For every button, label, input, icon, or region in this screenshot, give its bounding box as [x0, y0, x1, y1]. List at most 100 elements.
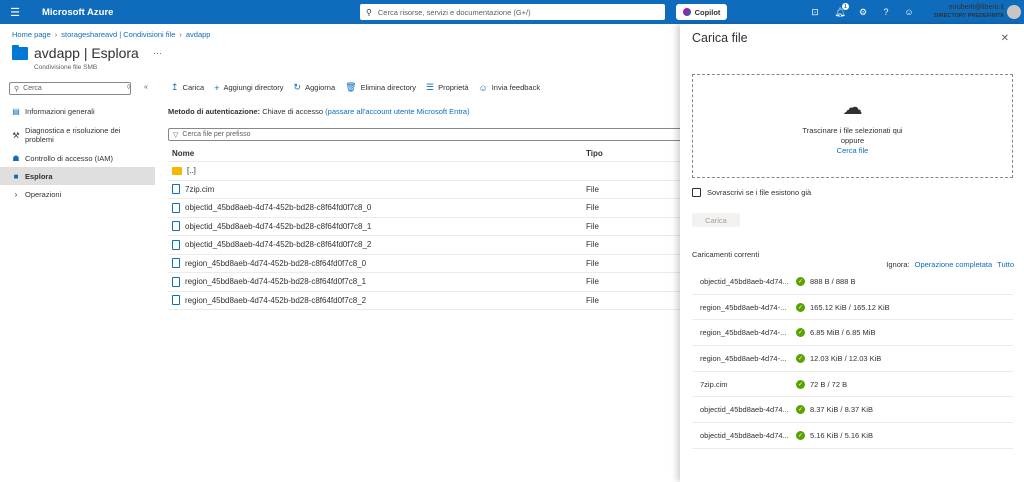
switch-auth-link[interactable]: (passare all'account utente Microsoft En… — [325, 107, 469, 116]
add-directory-button[interactable]: + Aggiungi directory — [214, 83, 283, 93]
file-type: File — [586, 184, 599, 194]
upload-file-name: region_45bd8aeb-4d74-... — [700, 353, 787, 363]
menu-icon[interactable]: ☰ — [0, 0, 30, 24]
sidebar-item-explore[interactable]: ■ Esplora — [0, 167, 155, 185]
file-type: File — [586, 221, 599, 231]
feedback-icon[interactable]: ☺ — [902, 5, 916, 19]
copilot-label: Copilot — [694, 7, 721, 17]
auth-value: Chiave di accesso — [262, 107, 324, 116]
table-row[interactable]: objectid_45bd8aeb-4d74-452b-bd28-c8f64fd… — [168, 218, 683, 236]
table-row[interactable]: region_45bd8aeb-4d74-452b-bd28-c8f64fd0f… — [168, 255, 683, 273]
sidebar-collapse-icon[interactable]: « — [144, 84, 148, 91]
list-item: region_45bd8aeb-4d74-... ✓ 12.03 KiB / 1… — [692, 346, 1013, 372]
file-icon — [172, 258, 180, 269]
overview-icon: ▤ — [12, 106, 20, 116]
list-item: region_45bd8aeb-4d74-... ✓ 165.12 KiB / … — [692, 295, 1013, 321]
auth-method: Metodo di autenticazione: Chiave di acce… — [168, 107, 470, 116]
breadcrumb-separator: › — [54, 30, 58, 39]
user-email: mruberti@libero.it — [948, 4, 1004, 11]
table-row[interactable]: objectid_45bd8aeb-4d74-452b-bd28-c8f64fd… — [168, 236, 683, 255]
delete-directory-button[interactable]: 🗑︎ Elimina directory — [345, 82, 416, 93]
auth-label: Metodo di autenticazione: — [168, 107, 261, 116]
ignore-completed-link[interactable]: Operazione completata — [915, 260, 993, 269]
global-search-placeholder: Cerca risorse, servizi e documentazione … — [377, 7, 531, 17]
gear-icon[interactable]: ⚙ — [856, 5, 870, 19]
table-row[interactable]: [..] — [168, 162, 683, 181]
sidebar-item-label: Controllo di accesso (IAM) — [25, 153, 113, 163]
check-icon: ✓ — [796, 276, 805, 286]
overwrite-label: Sovrascrivi se i file esistono già — [707, 188, 812, 197]
table-row[interactable]: region_45bd8aeb-4d74-452b-bd28-c8f64fd0f… — [168, 292, 683, 310]
feedback-button[interactable]: ☺ Invia feedback — [479, 83, 541, 93]
sidebar-item-operations[interactable]: › Operazioni — [0, 185, 155, 203]
people-icon: ☗ — [12, 153, 20, 163]
file-name[interactable]: region_45bd8aeb-4d74-452b-bd28-c8f64fd0f… — [185, 277, 366, 286]
properties-label: Proprietà — [438, 83, 469, 92]
table-row[interactable]: objectid_45bd8aeb-4d74-452b-bd28-c8f64fd… — [168, 199, 683, 218]
file-name[interactable]: region_45bd8aeb-4d74-452b-bd28-c8f64fd0f… — [185, 259, 366, 268]
file-type: File — [586, 203, 599, 213]
drop-instruction: Trascinare i file selezionati qui — [802, 126, 903, 135]
sidebar-expand-icon[interactable]: ◊ — [127, 84, 130, 91]
file-icon — [172, 276, 180, 287]
file-name[interactable]: objectid_45bd8aeb-4d74-452b-bd28-c8f64fd… — [185, 203, 371, 212]
command-bar: ↥ Carica + Aggiungi directory ↻ Aggiorna… — [171, 82, 540, 93]
file-name[interactable]: [..] — [187, 166, 196, 175]
file-icon — [172, 295, 180, 306]
sidebar-item-iam[interactable]: ☗ Controllo di accesso (IAM) — [0, 149, 155, 167]
upload-button[interactable]: ↥ Carica — [171, 82, 204, 93]
column-header-name[interactable]: Nome — [168, 149, 586, 158]
sidebar-item-diagnose[interactable]: ⚒ Diagnostica e risoluzione dei problemi — [0, 123, 155, 147]
sidebar-search-input[interactable]: ⚲ Cerca — [9, 82, 131, 95]
upload-progress: 72 B / 72 B — [810, 379, 848, 389]
delete-directory-label: Elimina directory — [360, 83, 416, 92]
table-row[interactable]: region_45bd8aeb-4d74-452b-bd28-c8f64fd0f… — [168, 273, 683, 292]
ignore-all-link[interactable]: Tutto — [997, 260, 1014, 269]
refresh-button[interactable]: ↻ Aggiorna — [294, 82, 336, 93]
sidebar-item-label: Informazioni generali — [25, 106, 95, 116]
check-icon: ✓ — [796, 302, 805, 312]
overwrite-checkbox[interactable] — [692, 188, 701, 197]
list-item: objectid_45bd8aeb-4d74... ✓ 888 B / 888 … — [692, 269, 1013, 295]
user-account[interactable]: mruberti@libero.it DIRECTORY PREDEFINITA — [934, 4, 1004, 20]
breadcrumb-storage[interactable]: storageshareavd | Condivisioni file — [61, 30, 175, 39]
close-icon[interactable]: ✕ — [1001, 33, 1009, 44]
upload-file-name: region_45bd8aeb-4d74-... — [700, 328, 787, 338]
notification-badge: 1 — [842, 3, 849, 10]
more-options-icon[interactable]: ··· — [153, 48, 162, 58]
check-icon: ✓ — [796, 379, 805, 389]
column-header-type[interactable]: Tipo — [586, 149, 683, 158]
brand-name[interactable]: Microsoft Azure — [42, 7, 113, 18]
upload-panel: Carica file ✕ ☁ Trascinare i file selezi… — [680, 24, 1024, 482]
breadcrumb-share[interactable]: avdapp — [186, 30, 211, 39]
overwrite-option[interactable]: Sovrascrivi se i file esistono già — [692, 188, 811, 197]
browse-files-link[interactable]: Cerca file — [693, 146, 1012, 155]
file-prefix-placeholder: Cerca file per prefisso — [182, 131, 251, 138]
global-search-input[interactable]: ⚲ Cerca risorse, servizi e documentazion… — [360, 4, 665, 20]
table-row[interactable]: 7zip.cim File — [168, 181, 683, 199]
folder-icon — [12, 44, 28, 60]
file-dropzone[interactable]: ☁ Trascinare i file selezionati qui oppu… — [692, 74, 1013, 178]
file-name[interactable]: objectid_45bd8aeb-4d74-452b-bd28-c8f64fd… — [185, 222, 371, 231]
upload-file-name: objectid_45bd8aeb-4d74... — [700, 430, 789, 440]
file-name[interactable]: objectid_45bd8aeb-4d74-452b-bd28-c8f64fd… — [185, 240, 371, 249]
upload-file-name: objectid_45bd8aeb-4d74... — [700, 276, 789, 286]
help-icon[interactable]: ? — [879, 5, 893, 19]
upload-progress: 12.03 KiB / 12.03 KiB — [810, 353, 882, 363]
file-name[interactable]: 7zip.cim — [185, 185, 214, 194]
file-prefix-search-input[interactable]: ▽ Cerca file per prefisso — [168, 128, 688, 141]
search-icon: ⚲ — [14, 85, 20, 93]
breadcrumb-home[interactable]: Home page — [12, 30, 51, 39]
upload-submit-button[interactable]: Carica — [692, 213, 740, 227]
upload-progress: 8.37 KiB / 8.37 KiB — [810, 405, 873, 415]
copilot-button[interactable]: Copilot — [676, 4, 727, 20]
cloud-shell-icon[interactable]: ⊡ — [808, 5, 822, 19]
page-header: avdapp | Esplora ··· — [12, 44, 162, 61]
sidebar-item-overview[interactable]: ▤ Informazioni generali — [0, 102, 155, 120]
properties-button[interactable]: ☰ Proprietà — [426, 82, 469, 93]
file-name[interactable]: region_45bd8aeb-4d74-452b-bd28-c8f64fd0f… — [185, 296, 366, 305]
avatar[interactable] — [1007, 5, 1021, 19]
user-directory: DIRECTORY PREDEFINITA — [934, 13, 1004, 19]
list-item: objectid_45bd8aeb-4d74... ✓ 8.37 KiB / 8… — [692, 397, 1013, 424]
list-item: 7zip.cim ✓ 72 B / 72 B — [692, 372, 1013, 398]
